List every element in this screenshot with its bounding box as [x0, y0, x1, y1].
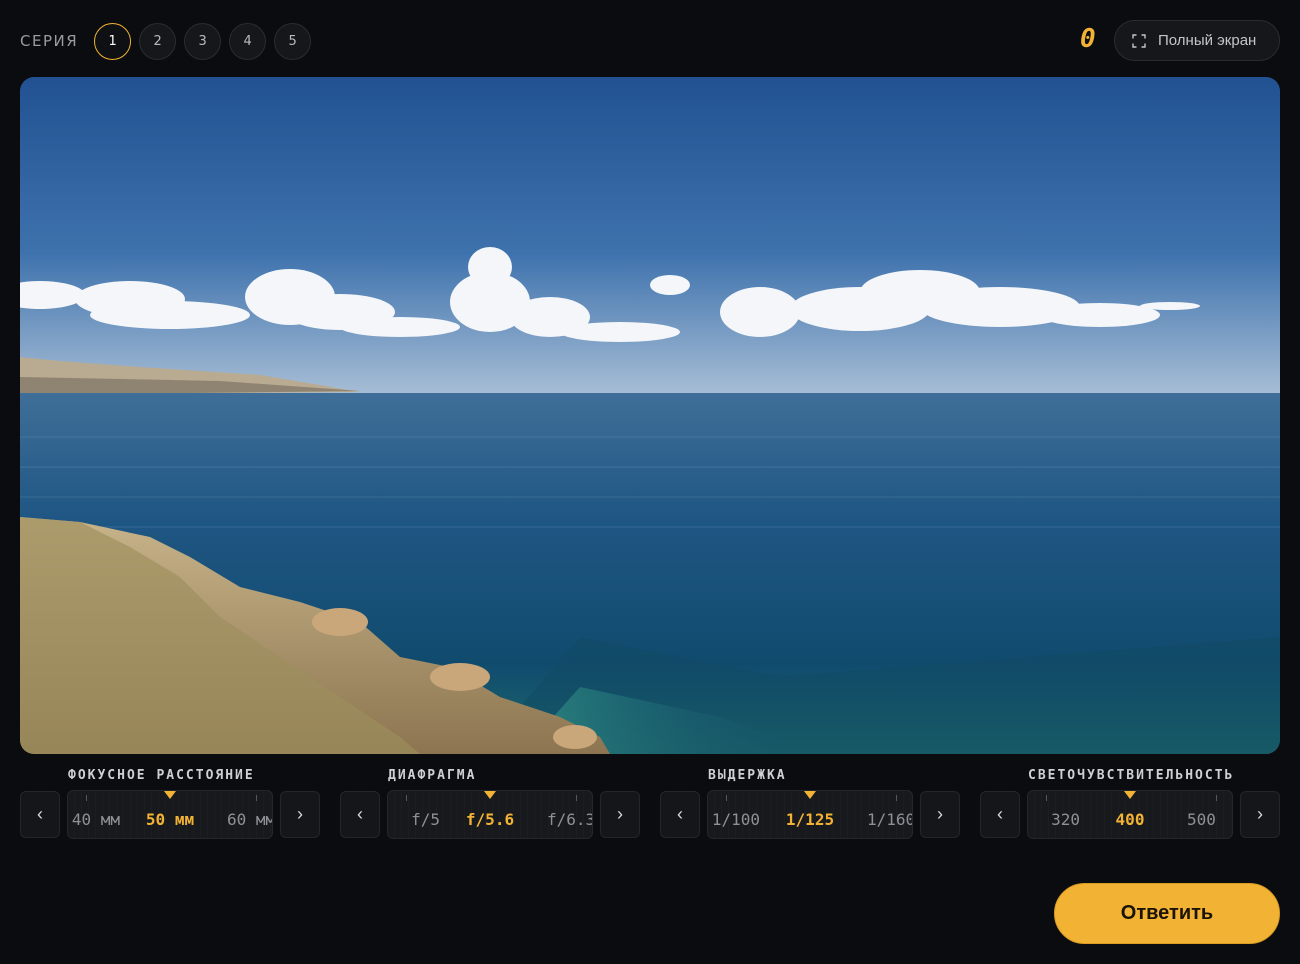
dial-pointer-icon [484, 791, 496, 799]
iso-prev-button[interactable]: ‹ [980, 791, 1020, 838]
aperture-prev-value: f/5 [411, 810, 440, 829]
series-button-5[interactable]: 5 [274, 22, 312, 60]
answer-button[interactable]: Ответить [1054, 883, 1280, 944]
focal-length-current-value: 50 мм [145, 810, 195, 829]
aperture-dial[interactable]: f/5 f/5.6 f/6.3 [387, 790, 593, 839]
shutter-next-value: 1/160 [867, 810, 913, 829]
tick-mark [406, 795, 407, 801]
shutter-prev-value: 1/100 [711, 810, 760, 829]
tick-mark [86, 795, 87, 801]
focal-length-label: ФОКУСНОЕ РАССТОЯНИЕ [68, 768, 255, 783]
aperture-next-button[interactable]: › [600, 791, 640, 838]
seascape-photo [20, 77, 1280, 754]
tick-mark [896, 795, 897, 801]
focal-length-prev-button[interactable]: ‹ [20, 791, 60, 838]
tick-mark [726, 795, 727, 801]
aperture-label: ДИАФРАГМА [388, 768, 477, 783]
aperture-prev-button[interactable]: ‹ [340, 791, 380, 838]
focal-length-next-button[interactable]: › [280, 791, 320, 838]
dial-pointer-icon [1124, 791, 1136, 799]
tick-mark [1216, 795, 1217, 801]
series-button-1[interactable]: 1 [94, 22, 132, 60]
shutter-label: ВЫДЕРЖКА [708, 768, 787, 783]
focal-length-dial[interactable]: 40 мм 50 мм 60 мм [67, 790, 273, 839]
shutter-next-button[interactable]: › [920, 791, 960, 838]
series-button-3[interactable]: 3 [184, 22, 222, 60]
shutter-dial[interactable]: 1/100 1/125 1/160 [707, 790, 913, 839]
tick-mark [256, 795, 257, 801]
focal-length-prev-value: 40 мм [71, 810, 120, 829]
tick-mark [1046, 795, 1047, 801]
focal-length-next-value: 60 мм [227, 810, 273, 829]
score-counter: 0 [1080, 24, 1096, 54]
shutter-prev-button[interactable]: ‹ [660, 791, 700, 838]
fullscreen-label: Полный экран [1158, 32, 1257, 49]
series-button-4[interactable]: 4 [229, 22, 267, 60]
dial-pointer-icon [164, 791, 176, 799]
iso-next-value: 500 [1187, 810, 1216, 829]
iso-current-value: 400 [1115, 810, 1145, 829]
tick-mark [576, 795, 577, 801]
iso-next-button[interactable]: › [1240, 791, 1280, 838]
iso-prev-value: 320 [1051, 810, 1080, 829]
dial-pointer-icon [804, 791, 816, 799]
fullscreen-icon [1132, 33, 1146, 48]
iso-dial[interactable]: 320 400 500 [1027, 790, 1233, 839]
series-selector: СЕРИЯ 1 2 3 4 5 [20, 22, 319, 60]
iso-label: СВЕТОЧУВСТВИТЕЛЬНОСТЬ [1028, 768, 1235, 783]
series-button-2[interactable]: 2 [139, 22, 177, 60]
aperture-current-value: f/5.6 [465, 810, 515, 829]
series-label: СЕРИЯ [20, 32, 79, 50]
aperture-next-value: f/6.3 [547, 810, 593, 829]
shutter-current-value: 1/125 [785, 810, 835, 829]
fullscreen-button[interactable]: Полный экран [1114, 20, 1280, 61]
